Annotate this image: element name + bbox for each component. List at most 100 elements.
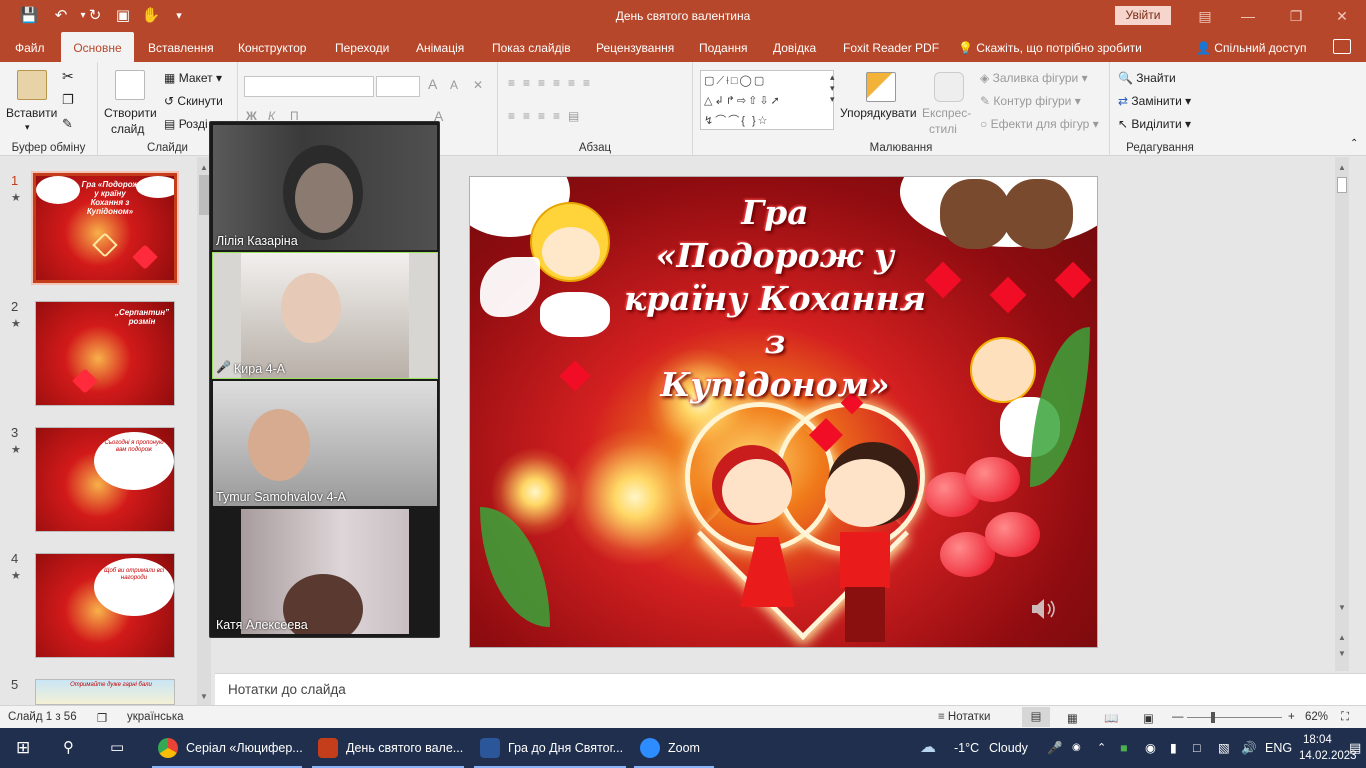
- tab-view[interactable]: Подання: [699, 32, 747, 62]
- paste-button[interactable]: Вставити: [6, 106, 57, 120]
- tab-design[interactable]: Конструктор: [238, 32, 306, 62]
- tray-app-icon[interactable]: ■: [1120, 728, 1128, 768]
- tray-app-icon[interactable]: □: [1193, 728, 1201, 768]
- zoom-out-icon[interactable]: —: [1172, 711, 1184, 723]
- notes-button[interactable]: ≡ Нотатки: [938, 711, 990, 723]
- tab-slideshow[interactable]: Показ слайдів: [492, 32, 571, 62]
- main-slide[interactable]: Гра «Подорож у країну Кохання з Купідоно…: [469, 176, 1098, 648]
- find-button[interactable]: 🔍 Знайти: [1118, 71, 1176, 85]
- zoom-tray-icon[interactable]: ◉: [1072, 728, 1081, 768]
- taskbar-powerpoint[interactable]: День святого вале...: [346, 728, 463, 768]
- font-size-combo[interactable]: [376, 76, 420, 97]
- scroll-up-icon[interactable]: ▲: [200, 163, 208, 172]
- task-view-icon[interactable]: ▭: [110, 728, 124, 768]
- cut-icon[interactable]: ✂: [62, 68, 74, 85]
- collapse-ribbon-icon[interactable]: ⌃: [1350, 138, 1358, 149]
- increase-font-icon[interactable]: A: [428, 76, 437, 92]
- zoom-video-panel[interactable]: Лілія Казаріна 🎤 Кира 4-А Tymur Samohval…: [209, 121, 440, 638]
- minimize-icon[interactable]: —: [1228, 6, 1268, 26]
- align-icons[interactable]: ≡≡≡≡▤: [508, 109, 587, 123]
- sign-in-button[interactable]: Увійти: [1115, 6, 1171, 25]
- select-button[interactable]: ↖ Виділити ▾: [1118, 117, 1191, 131]
- quick-styles-icon[interactable]: [934, 72, 964, 102]
- shapes-scroll-icon[interactable]: ▴ ▾ ▾: [830, 72, 835, 105]
- zoom-slider[interactable]: [1187, 717, 1282, 718]
- next-slide-icon[interactable]: ▼: [1338, 649, 1346, 658]
- slide-thumbnail-4[interactable]: Щоб ви отримали всі нагороди: [35, 553, 175, 658]
- new-slide-button[interactable]: Створити: [104, 106, 157, 120]
- slide-thumbnail-1[interactable]: Гра «Подорож у країну Кохання з Купідоно…: [31, 171, 179, 285]
- arrange-icon[interactable]: [866, 72, 896, 102]
- slide-thumbnail-3[interactable]: Сьогодні я пропоную вам подорож: [35, 427, 175, 532]
- reading-view-icon[interactable]: 📖: [1104, 711, 1118, 725]
- tab-file[interactable]: Файл: [15, 32, 45, 62]
- weather-text[interactable]: Cloudy: [989, 728, 1028, 768]
- previous-slide-icon[interactable]: ▲: [1338, 633, 1346, 642]
- language-indicator[interactable]: українська: [127, 711, 184, 723]
- video-tile[interactable]: Лілія Казаріна: [213, 125, 437, 250]
- slideshow-view-icon[interactable]: ▣: [1143, 711, 1154, 725]
- spellcheck-icon[interactable]: ❐: [97, 711, 107, 725]
- video-tile[interactable]: Катя Алексеева: [213, 509, 437, 634]
- slide-thumbnail-2[interactable]: „Серпантин” розмін: [35, 301, 175, 406]
- zoom-slider-thumb[interactable]: [1211, 712, 1215, 723]
- tray-chevron-icon[interactable]: ⌃: [1097, 728, 1106, 768]
- tab-insert[interactable]: Вставлення: [148, 32, 214, 62]
- fit-slide-icon[interactable]: ⛶: [1341, 711, 1349, 724]
- tab-review[interactable]: Рецензування: [596, 32, 674, 62]
- slide-scrollbar[interactable]: ▲ ▼ ▲ ▼: [1335, 157, 1349, 671]
- scroll-down-icon[interactable]: ▼: [1338, 603, 1346, 612]
- notes-placeholder[interactable]: Нотатки до слайда: [228, 682, 346, 697]
- video-tile[interactable]: Tymur Samohvalov 4-A: [213, 381, 437, 506]
- scroll-down-icon[interactable]: ▼: [200, 692, 208, 701]
- tab-foxit[interactable]: Foxit Reader PDF: [843, 32, 939, 62]
- tab-home[interactable]: Основне: [61, 32, 134, 62]
- list-icons[interactable]: ≡≡≡≡≡≡: [508, 76, 598, 90]
- audio-speaker-icon[interactable]: [1030, 597, 1058, 621]
- taskbar-word[interactable]: Гра до Дня Святог...: [508, 728, 623, 768]
- tray-app-icon[interactable]: ◉: [1145, 728, 1156, 768]
- network-icon[interactable]: ▧: [1218, 728, 1230, 768]
- slide-thumbnail-5[interactable]: Отримайте дуже гарні бали: [35, 679, 175, 705]
- ribbon-display-icon[interactable]: ▤: [1185, 6, 1225, 26]
- arrange-button[interactable]: Упорядкувати: [840, 106, 917, 120]
- battery-icon[interactable]: ▮: [1170, 728, 1177, 768]
- copy-icon[interactable]: ❐: [62, 92, 74, 108]
- tab-transitions[interactable]: Переходи: [335, 32, 389, 62]
- microphone-icon[interactable]: 🎤: [1047, 728, 1063, 768]
- weather-temp[interactable]: -1°C: [954, 728, 979, 768]
- shape-effects-button[interactable]: ○ Ефекти для фігур ▾: [980, 117, 1099, 131]
- search-icon[interactable]: ⚲: [63, 728, 74, 768]
- layout-button[interactable]: ▦ Макет ▾: [164, 71, 222, 85]
- zoom-in-icon[interactable]: +: [1288, 711, 1295, 723]
- zoom-level[interactable]: 62%: [1305, 711, 1328, 723]
- weather-cloud-icon[interactable]: ☁: [920, 728, 936, 768]
- tab-help[interactable]: Довідка: [773, 32, 816, 62]
- clear-format-icon[interactable]: ✕: [473, 78, 483, 92]
- shape-fill-button[interactable]: ◈ Заливка фігури ▾: [980, 71, 1088, 85]
- font-family-combo[interactable]: [244, 76, 374, 97]
- scroll-thumb[interactable]: [199, 175, 209, 215]
- tell-me-box[interactable]: 💡 Скажіть, що потрібно зробити: [958, 32, 1142, 62]
- clock-date[interactable]: 14.02.2023: [1299, 747, 1357, 765]
- reset-button[interactable]: ↺ Скинути: [164, 94, 223, 108]
- scroll-thumb[interactable]: [1337, 177, 1347, 193]
- close-icon[interactable]: ✕: [1322, 6, 1362, 26]
- volume-icon[interactable]: 🔊: [1241, 728, 1257, 768]
- quick-styles-button[interactable]: Експрес-: [922, 106, 971, 120]
- new-slide-icon[interactable]: [115, 70, 145, 100]
- slide-title[interactable]: Гра «Подорож у країну Кохання з Купідоно…: [620, 191, 930, 406]
- taskbar-zoom[interactable]: Zoom: [668, 728, 700, 768]
- taskbar-chrome[interactable]: Серіал «Люцифер...: [186, 728, 303, 768]
- normal-view-icon[interactable]: ▤: [1022, 707, 1050, 727]
- tab-animations[interactable]: Анімація: [416, 32, 464, 62]
- language-indicator[interactable]: ENG: [1265, 728, 1292, 768]
- section-button[interactable]: ▤ Розді: [164, 117, 208, 131]
- scroll-up-icon[interactable]: ▲: [1338, 163, 1346, 172]
- share-button[interactable]: 👤 Спільний доступ: [1196, 32, 1307, 62]
- comments-icon[interactable]: [1333, 39, 1351, 54]
- slide-sorter-icon[interactable]: ▦: [1067, 711, 1078, 725]
- notes-pane[interactable]: Нотатки до слайда: [215, 673, 1366, 705]
- windows-start-icon[interactable]: ⊞: [16, 728, 30, 768]
- maximize-icon[interactable]: ❐: [1276, 6, 1316, 26]
